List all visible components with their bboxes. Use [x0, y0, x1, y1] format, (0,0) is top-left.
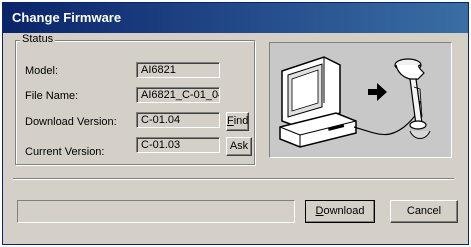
- illustration-canvas: [279, 56, 431, 148]
- download-version-field: C-01.04: [136, 112, 220, 128]
- find-button-label: ind: [233, 115, 249, 127]
- find-button[interactable]: Find: [226, 112, 249, 131]
- download-button-label: ownload: [323, 205, 365, 217]
- model-field: AI6821: [136, 62, 220, 78]
- ask-button[interactable]: Ask: [226, 137, 252, 156]
- separator-line: [13, 178, 454, 180]
- status-bar: [17, 200, 295, 223]
- title-bar[interactable]: Change Firmware: [3, 3, 468, 33]
- cancel-button[interactable]: Cancel: [390, 200, 458, 223]
- barcode-scanner-icon: [394, 58, 431, 139]
- current-version-field: C-01.03: [136, 137, 220, 153]
- computer-icon: [279, 56, 357, 148]
- dialog-title: Change Firmware: [12, 10, 122, 25]
- status-group-legend: Status: [20, 33, 56, 45]
- current-version-label: Current Version:: [25, 146, 105, 158]
- file-name-label: File Name:: [25, 90, 79, 102]
- model-label: Model:: [25, 65, 59, 77]
- arrow-right-icon: [368, 83, 387, 101]
- download-version-label: Download Version:: [25, 116, 117, 128]
- download-button[interactable]: Download: [305, 200, 375, 223]
- file-name-field: AI6821_C-01_04_A: [136, 87, 220, 103]
- find-button-accel: F: [227, 115, 234, 127]
- device-illustration: [269, 42, 452, 158]
